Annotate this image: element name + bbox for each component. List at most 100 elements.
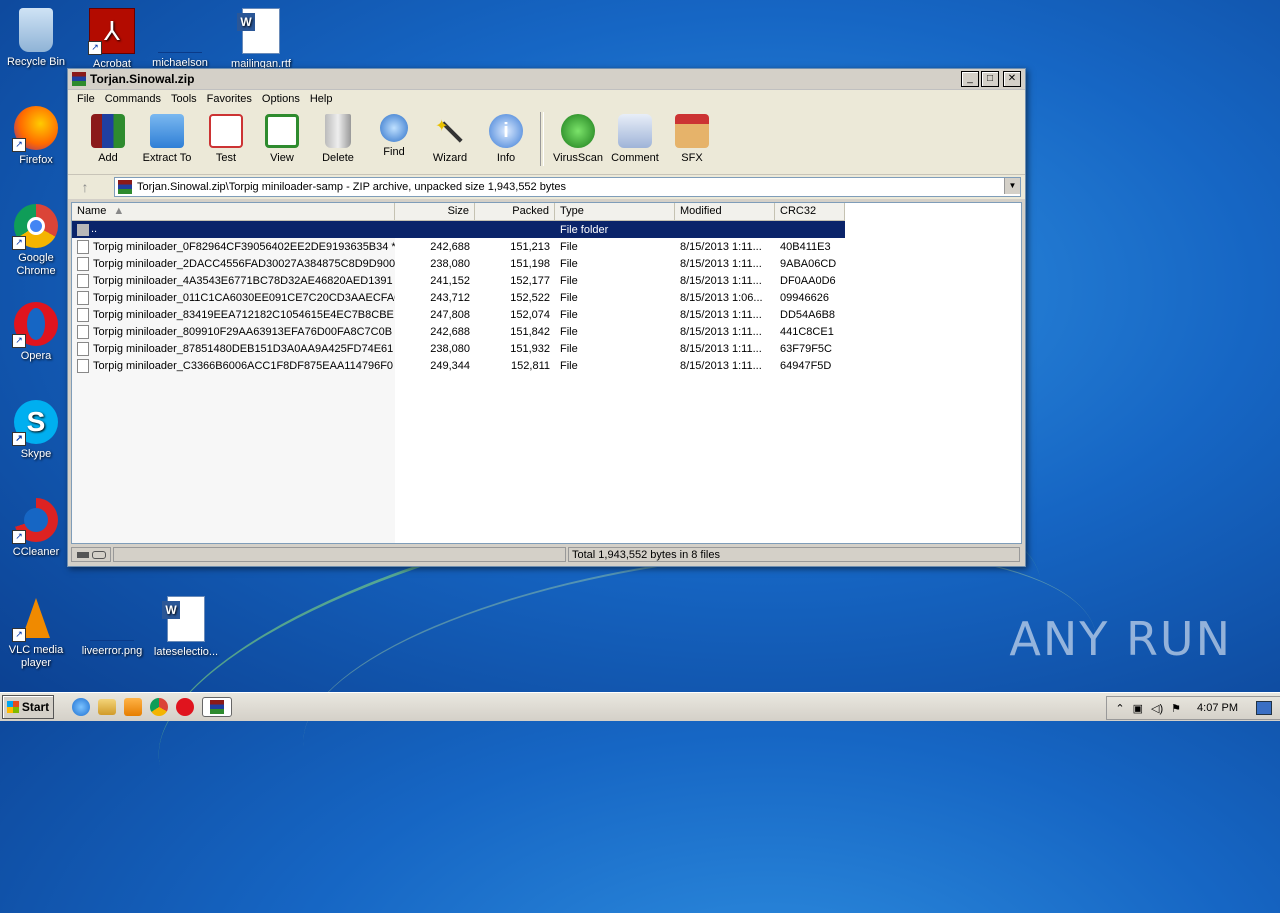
table-row[interactable]: Torpig miniloader_C3366B6006ACC1F8DF875E… (72, 357, 845, 374)
clock[interactable]: 4:07 PM (1197, 702, 1238, 714)
up-arrow-icon[interactable]: ↑ (72, 177, 98, 197)
view-label: View (270, 152, 294, 164)
info-button[interactable]: i Info (478, 112, 534, 164)
volume-icon[interactable]: ◁) (1151, 702, 1163, 715)
sort-ascending-icon: ▲ (113, 205, 125, 217)
desktop-icon-firefox[interactable]: ↗ Firefox (0, 106, 72, 167)
cell-packed: 151,932 (510, 342, 550, 355)
desktop-icon-liveerror[interactable]: liveerror.png (76, 596, 148, 658)
window-title: Torjan.Sinowal.zip (90, 72, 195, 86)
vlc-icon: ↗ (12, 596, 58, 642)
system-tray: ⌃ ▣ ◁) ⚑ 4:07 PM (1106, 696, 1280, 720)
cell-packed: 152,811 (511, 359, 550, 372)
winrar-taskbar-button[interactable] (202, 697, 232, 717)
find-label: Find (383, 146, 405, 158)
desktop-icon-acrobat[interactable]: ⅄ ↗ Acrobat (76, 8, 148, 71)
column-header-name[interactable]: Name ▲ (72, 203, 395, 220)
desktop-icon-skype[interactable]: S ↗ Skype (0, 400, 72, 461)
desktop-icon-label: CCleaner (12, 546, 60, 558)
wizard-button[interactable]: ✦ Wizard (422, 112, 478, 164)
network-icon[interactable]: ▣ (1133, 702, 1143, 715)
start-button[interactable]: Start (2, 695, 54, 719)
add-button[interactable]: Add (80, 112, 136, 164)
status-bar: Total 1,943,552 bytes in 8 files (71, 546, 1020, 563)
menu-favorites[interactable]: Favorites (202, 93, 257, 105)
winrar-window: Torjan.Sinowal.zip _ □ ✕ File Commands T… (67, 68, 1026, 567)
show-desktop-button[interactable] (1256, 701, 1272, 715)
desktop-icon-label: Firefox (19, 154, 53, 166)
desktop-icon-label: Opera (20, 350, 52, 362)
table-row[interactable]: Torpig miniloader_011C1CA6030EE091CE7C20… (72, 289, 845, 306)
menu-commands[interactable]: Commands (100, 93, 166, 105)
desktop-icon-opera[interactable]: ↗ Opera (0, 302, 72, 363)
cell-name: Torpig miniloader_011C1CA6030EE091CE7C20… (72, 290, 395, 305)
status-total: Total 1,943,552 bytes in 8 files (568, 547, 1020, 562)
cell-text: .. (91, 223, 98, 236)
cell-crc: 9ABA06CD (780, 257, 837, 270)
media-player-icon[interactable] (124, 698, 142, 716)
table-row[interactable]: Torpig miniloader_87851480DEB151D3A0AA9A… (72, 340, 845, 357)
flag-icon[interactable]: ⚑ (1171, 702, 1181, 715)
list-header: Name ▲ Size Packed Type Modified CRC32 (72, 203, 845, 221)
cell-text: Torpig miniloader_4A3543E6771BC78D32AE46… (93, 274, 395, 287)
table-row[interactable]: Torpig miniloader_809910F29AA63913EFA76D… (72, 323, 845, 340)
file-list[interactable]: Name ▲ Size Packed Type Modified CRC32 .… (71, 202, 1022, 544)
desktop-icon-lateselection[interactable]: W lateselectio... (150, 596, 222, 659)
cell-modified: 8/15/2013 1:11... (680, 240, 762, 253)
magnifier-icon (380, 114, 408, 142)
table-row[interactable]: Torpig miniloader_2DACC4556FAD30027A3848… (72, 255, 845, 272)
column-header-packed[interactable]: Packed (475, 203, 555, 220)
column-header-type[interactable]: Type (555, 203, 675, 220)
table-row[interactable]: Torpig miniloader_83419EEA712182C1054615… (72, 306, 845, 323)
desktop-icon-michaelson[interactable]: michaelson (144, 8, 216, 70)
virusscan-button[interactable]: VirusScan (550, 112, 606, 164)
file-icon (77, 324, 89, 339)
virusscan-label: VirusScan (553, 152, 603, 164)
path-field[interactable]: Torjan.Sinowal.zip\Torpig miniloader-sam… (114, 177, 1021, 197)
comment-button[interactable]: Comment (606, 112, 664, 164)
explorer-icon[interactable] (98, 699, 116, 715)
menu-help[interactable]: Help (305, 93, 338, 105)
close-button[interactable]: ✕ (1003, 71, 1021, 87)
show-hidden-icons-icon[interactable]: ⌃ (1115, 702, 1124, 715)
table-row[interactable]: Torpig miniloader_0F82964CF39056402EE2DE… (72, 238, 845, 255)
desktop-icon-mailingan[interactable]: W mailingan.rtf (225, 8, 297, 71)
table-row[interactable]: .. File folder (72, 221, 845, 238)
ie-icon[interactable] (72, 698, 90, 716)
extract-to-button[interactable]: Extract To (136, 112, 198, 164)
cell-packed: 152,177 (510, 274, 550, 287)
file-icon (77, 273, 89, 288)
desktop-icon-vlc[interactable]: ↗ VLC media player (0, 596, 72, 670)
find-button[interactable]: Find (366, 112, 422, 158)
opera-taskbar-icon[interactable] (176, 698, 194, 716)
add-icon (91, 114, 125, 148)
view-button[interactable]: View (254, 112, 310, 164)
desktop-icon-ccleaner[interactable]: ↗ CCleaner (0, 498, 72, 559)
desktop-icon-google-chrome[interactable]: ↗ Google Chrome (0, 204, 72, 278)
delete-button[interactable]: Delete (310, 112, 366, 164)
menu-tools[interactable]: Tools (166, 93, 202, 105)
test-button[interactable]: Test (198, 112, 254, 164)
word-document-icon: W (237, 8, 280, 54)
cell-name: Torpig miniloader_4A3543E6771BC78D32AE46… (72, 273, 395, 288)
maximize-button[interactable]: □ (981, 71, 999, 87)
drive-icon (76, 551, 89, 558)
sfx-button[interactable]: SFX (664, 112, 720, 164)
title-bar[interactable]: Torjan.Sinowal.zip _ □ ✕ (68, 69, 1025, 90)
column-header-size[interactable]: Size (395, 203, 475, 220)
desktop-icon-recycle-bin[interactable]: Recycle Bin (0, 8, 72, 69)
column-header-crc32[interactable]: CRC32 (775, 203, 845, 220)
menu-options[interactable]: Options (257, 93, 305, 105)
comment-icon (618, 114, 652, 148)
status-drive-icons[interactable] (71, 547, 111, 562)
chrome-taskbar-icon[interactable] (150, 698, 168, 716)
menu-file[interactable]: File (72, 93, 100, 105)
chevron-down-icon[interactable]: ▼ (1004, 178, 1020, 194)
acrobat-icon: ⅄ ↗ (88, 8, 135, 55)
column-header-modified[interactable]: Modified (675, 203, 775, 220)
file-icon (77, 307, 89, 322)
minimize-button[interactable]: _ (961, 71, 979, 87)
file-icon (77, 341, 89, 356)
table-row[interactable]: Torpig miniloader_4A3543E6771BC78D32AE46… (72, 272, 845, 289)
file-icon (77, 290, 89, 305)
